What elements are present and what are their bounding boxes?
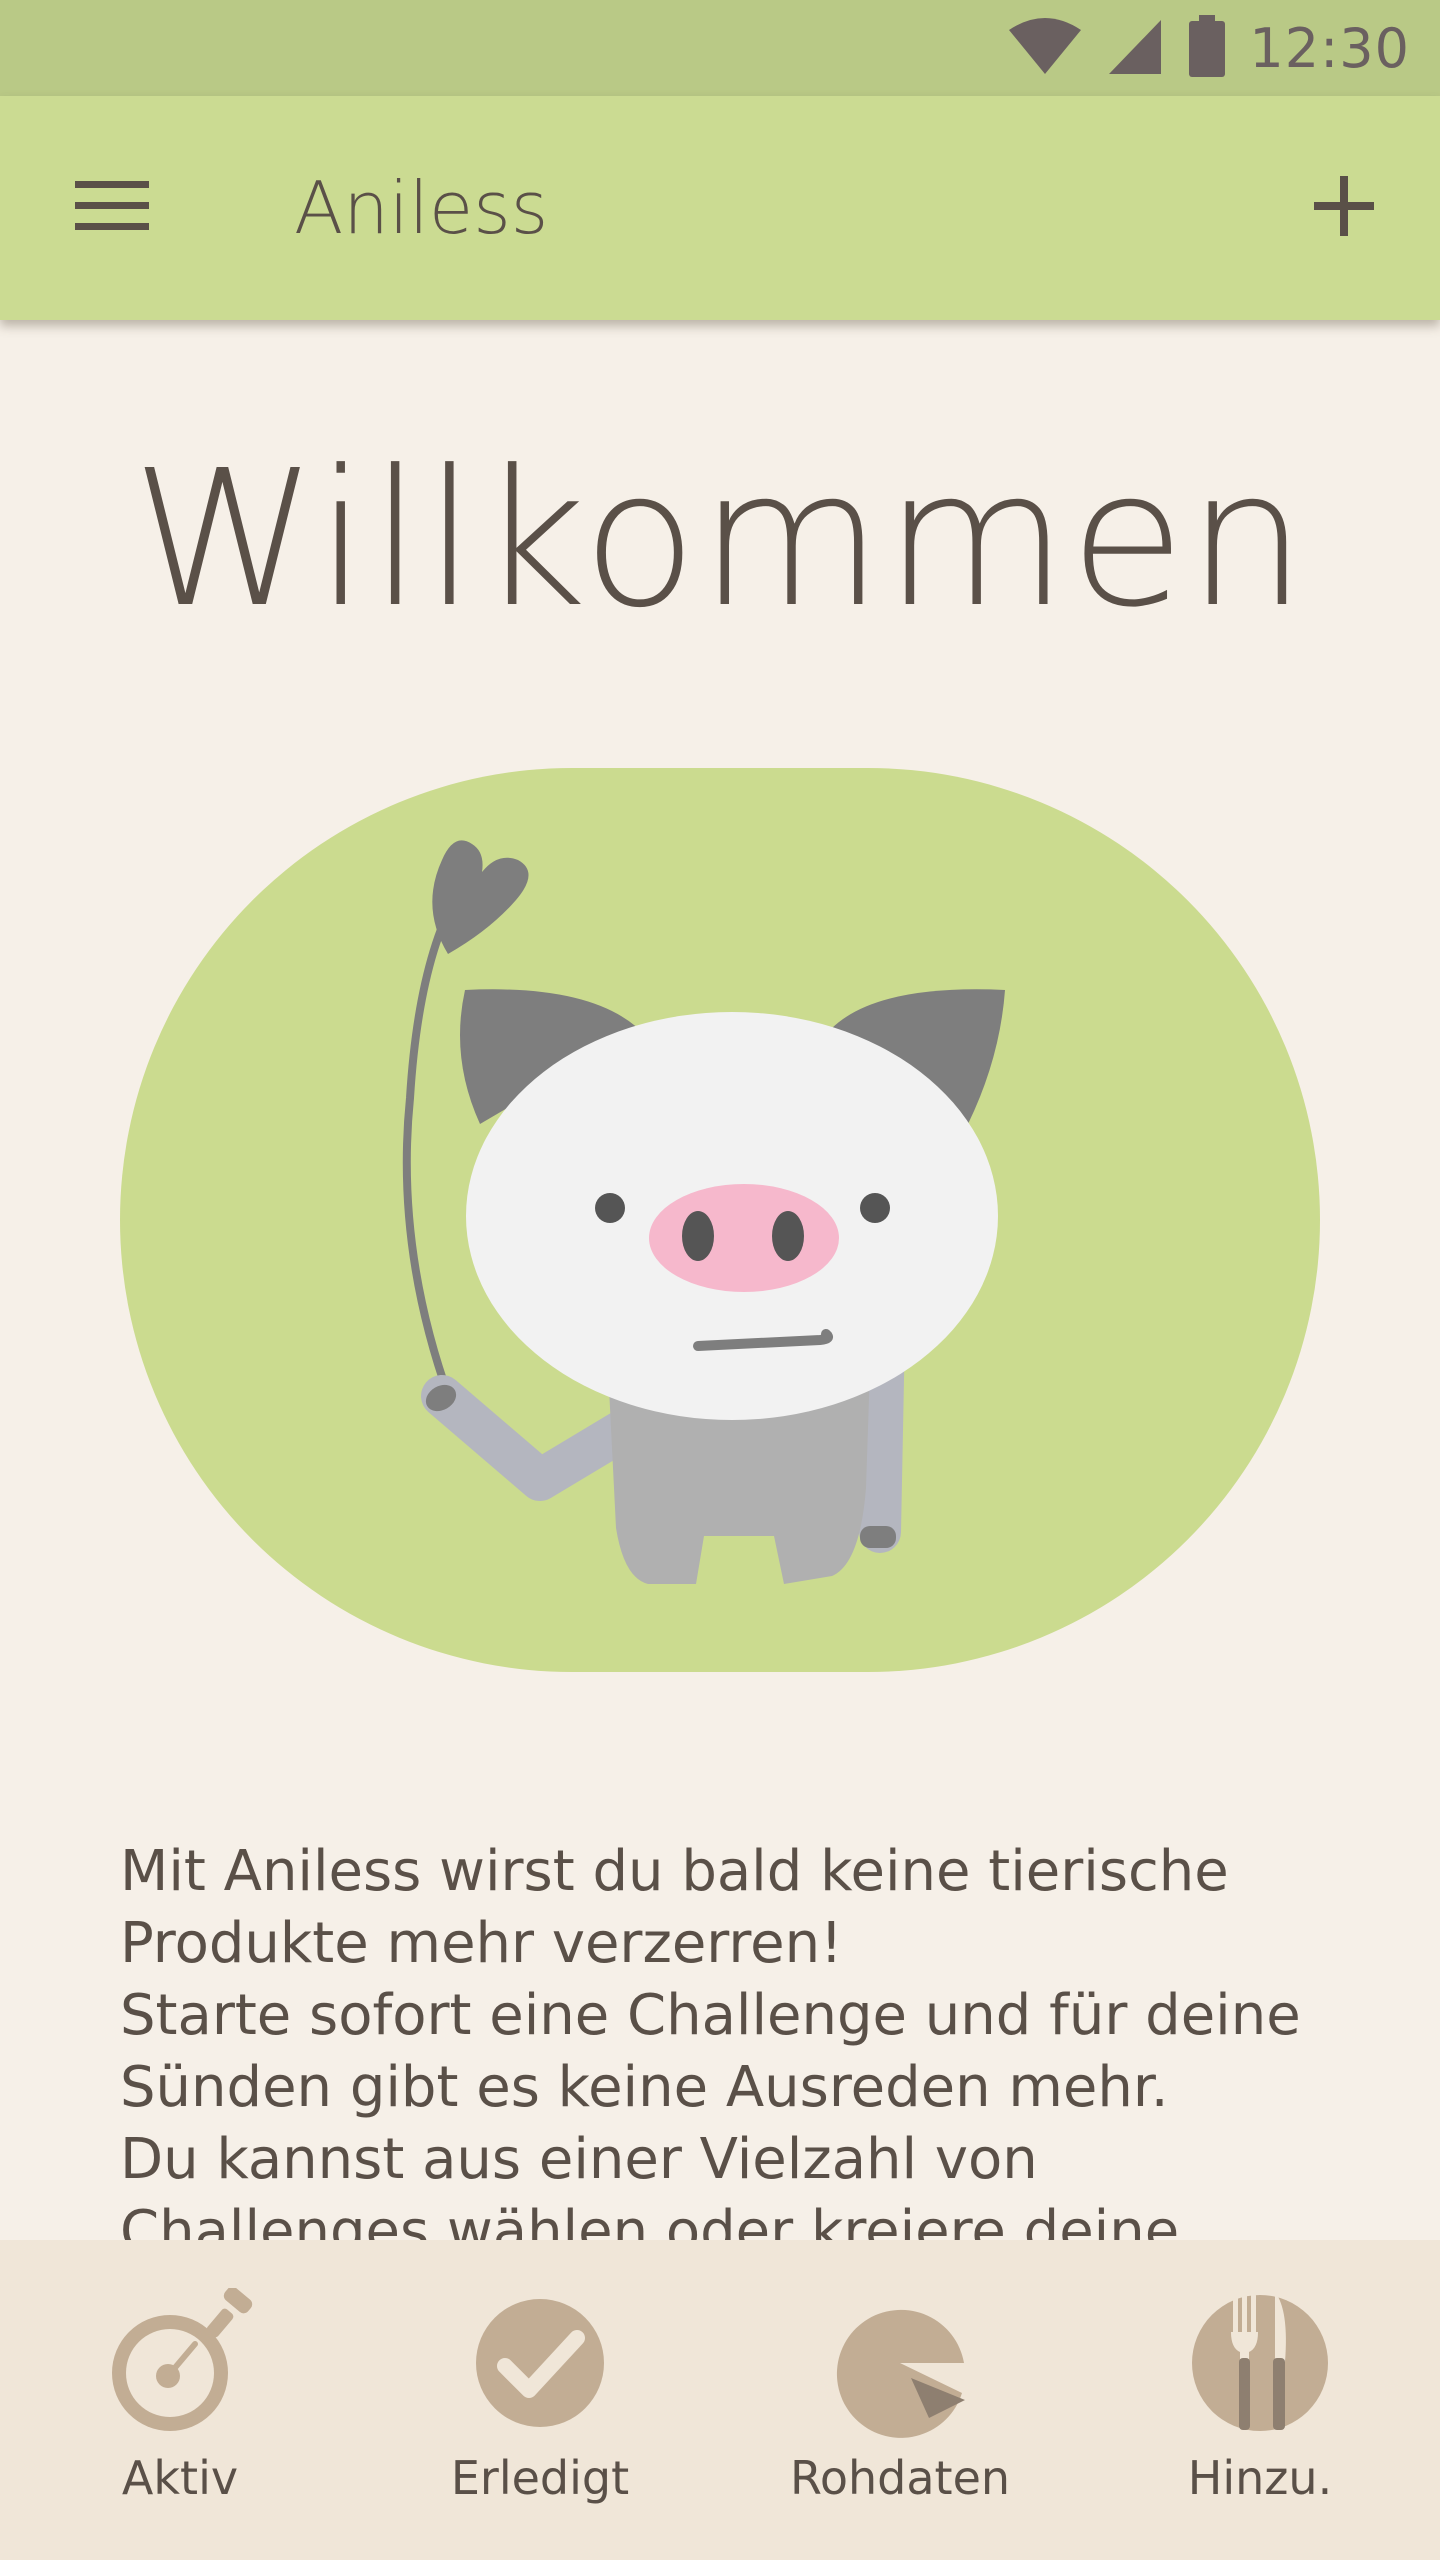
app-title: Aniless	[294, 166, 549, 250]
welcome-heading: Willkommen	[131, 430, 1309, 649]
signal-icon	[1105, 16, 1165, 80]
status-bar: 12:30	[0, 0, 1440, 96]
intro-text: Mit Aniless wirst du bald keine tierisch…	[120, 1836, 1340, 2240]
bottom-navigation: Aktiv Erledigt Rohdaten Hinzu.	[0, 2240, 1440, 2560]
status-icons: 12:30	[1007, 14, 1410, 82]
stopwatch-icon	[112, 2288, 253, 2431]
pig-illustration	[120, 768, 1320, 1672]
left-eye	[595, 1193, 625, 1223]
nav-item-rohdaten[interactable]: Rohdaten	[740, 2240, 1060, 2560]
nav-label: Aktiv	[121, 2451, 239, 2505]
nav-label: Hinzu.	[1187, 2451, 1333, 2505]
left-nostril	[682, 1211, 714, 1261]
intro-line: Sünden gibt es keine Ausreden mehr.	[120, 2055, 1169, 2120]
plus-icon	[1314, 176, 1374, 240]
battery-icon	[1187, 15, 1227, 81]
hero-illustration	[120, 768, 1320, 1672]
right-eye	[860, 1193, 890, 1223]
checkmark-icon	[476, 2299, 604, 2427]
add-button[interactable]	[1298, 162, 1390, 254]
intro-line: Starte sofort eine Challenge und für dei…	[120, 1983, 1301, 2048]
nav-item-aktiv[interactable]: Aktiv	[20, 2240, 340, 2560]
nav-label: Erledigt	[450, 2451, 630, 2505]
intro-line: Du kannst aus einer Vielzahl von	[120, 2127, 1038, 2192]
nav-item-hinzu[interactable]: Hinzu.	[1100, 2240, 1420, 2560]
pig-snout	[649, 1184, 839, 1292]
pie-chart-icon	[836, 2309, 965, 2438]
intro-line: Produkte mehr verzerren!	[120, 1911, 843, 1976]
right-nostril	[772, 1211, 804, 1261]
right-hand	[860, 1526, 896, 1548]
menu-button[interactable]	[60, 166, 164, 250]
wifi-icon	[1007, 16, 1083, 80]
fork-knife-icon	[1192, 2292, 1328, 2431]
nav-item-erledigt[interactable]: Erledigt	[380, 2240, 700, 2560]
hamburger-menu-icon	[75, 179, 149, 237]
nav-label: Rohdaten	[789, 2451, 1011, 2505]
status-time: 12:30	[1249, 16, 1410, 80]
intro-line: Mit Aniless wirst du bald keine tierisch…	[120, 1839, 1229, 1904]
intro-line: Challenges wählen oder kreiere deine	[120, 2199, 1180, 2240]
app-bar: Aniless	[0, 96, 1440, 320]
